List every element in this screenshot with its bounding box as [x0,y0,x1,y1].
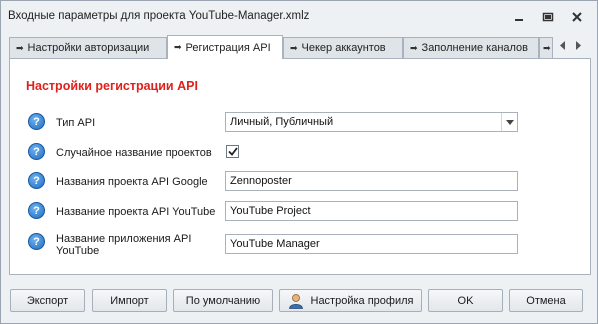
youtube-project-input[interactable] [225,201,518,221]
google-project-input[interactable] [225,171,518,191]
arrow-right-icon: ➡ [543,42,551,53]
help-icon[interactable]: ? [28,233,45,250]
tab-auth-settings[interactable]: ➡ Настройки авторизации [9,37,167,58]
arrow-right-icon: ➡ [174,42,182,52]
cancel-button[interactable]: Отмена [509,289,583,312]
api-type-label: Тип API [56,117,96,129]
profile-settings-button[interactable]: Настройка профиля [279,289,422,312]
defaults-button[interactable]: По умолчанию [173,289,273,312]
app-name-label: Название приложения API YouTube [56,233,192,257]
restore-icon[interactable] [540,10,556,24]
window-title: Входные параметры для проекта YouTube-Ma… [8,10,310,22]
google-project-label: Названия проекта API Google [56,176,208,188]
app-name-input[interactable] [225,234,518,254]
ok-button[interactable]: OK [428,289,503,312]
import-button[interactable]: Импорт [92,289,167,312]
tab-partial[interactable]: ➡ [539,37,553,58]
api-type-select[interactable]: Личный, Публичный [225,112,518,132]
random-name-checkbox[interactable] [226,145,239,158]
tab-api-registration[interactable]: ➡ Регистрация API [167,35,283,59]
chevron-down-icon[interactable] [501,113,517,131]
chevron-right-icon[interactable] [573,39,583,51]
title-bar[interactable]: Входные параметры для проекта YouTube-Ma… [1,1,597,33]
help-icon[interactable]: ? [28,143,45,160]
help-icon[interactable]: ? [28,202,45,219]
export-button[interactable]: Экспорт [10,289,85,312]
chevron-left-icon[interactable] [558,39,568,51]
close-icon[interactable] [569,10,585,24]
person-icon [288,293,304,309]
help-icon[interactable]: ? [28,172,45,189]
arrow-right-icon: ➡ [290,42,298,53]
footer-bar: Экспорт Импорт По умолчанию Настройка пр… [1,285,597,315]
arrow-right-icon: ➡ [410,42,418,53]
minimize-icon[interactable] [511,10,527,24]
help-icon[interactable]: ? [28,113,45,130]
tab-channel-filling[interactable]: ➡ Заполнение каналов [403,37,539,58]
settings-panel: Настройки регистрации API ? Тип API Личн… [9,58,591,275]
section-title: Настройки регистрации API [26,79,198,93]
random-name-label: Случайное название проектов [56,147,212,159]
arrow-right-icon: ➡ [16,42,24,53]
tab-account-checker[interactable]: ➡ Чекер аккаунтов [283,37,403,58]
youtube-project-label: Название проекта API YouTube [56,206,216,218]
dialog-window: Входные параметры для проекта YouTube-Ma… [0,0,598,324]
tab-strip: ➡ Настройки авторизации ➡ Регистрация AP… [9,35,591,59]
checkmark-icon [227,147,238,156]
